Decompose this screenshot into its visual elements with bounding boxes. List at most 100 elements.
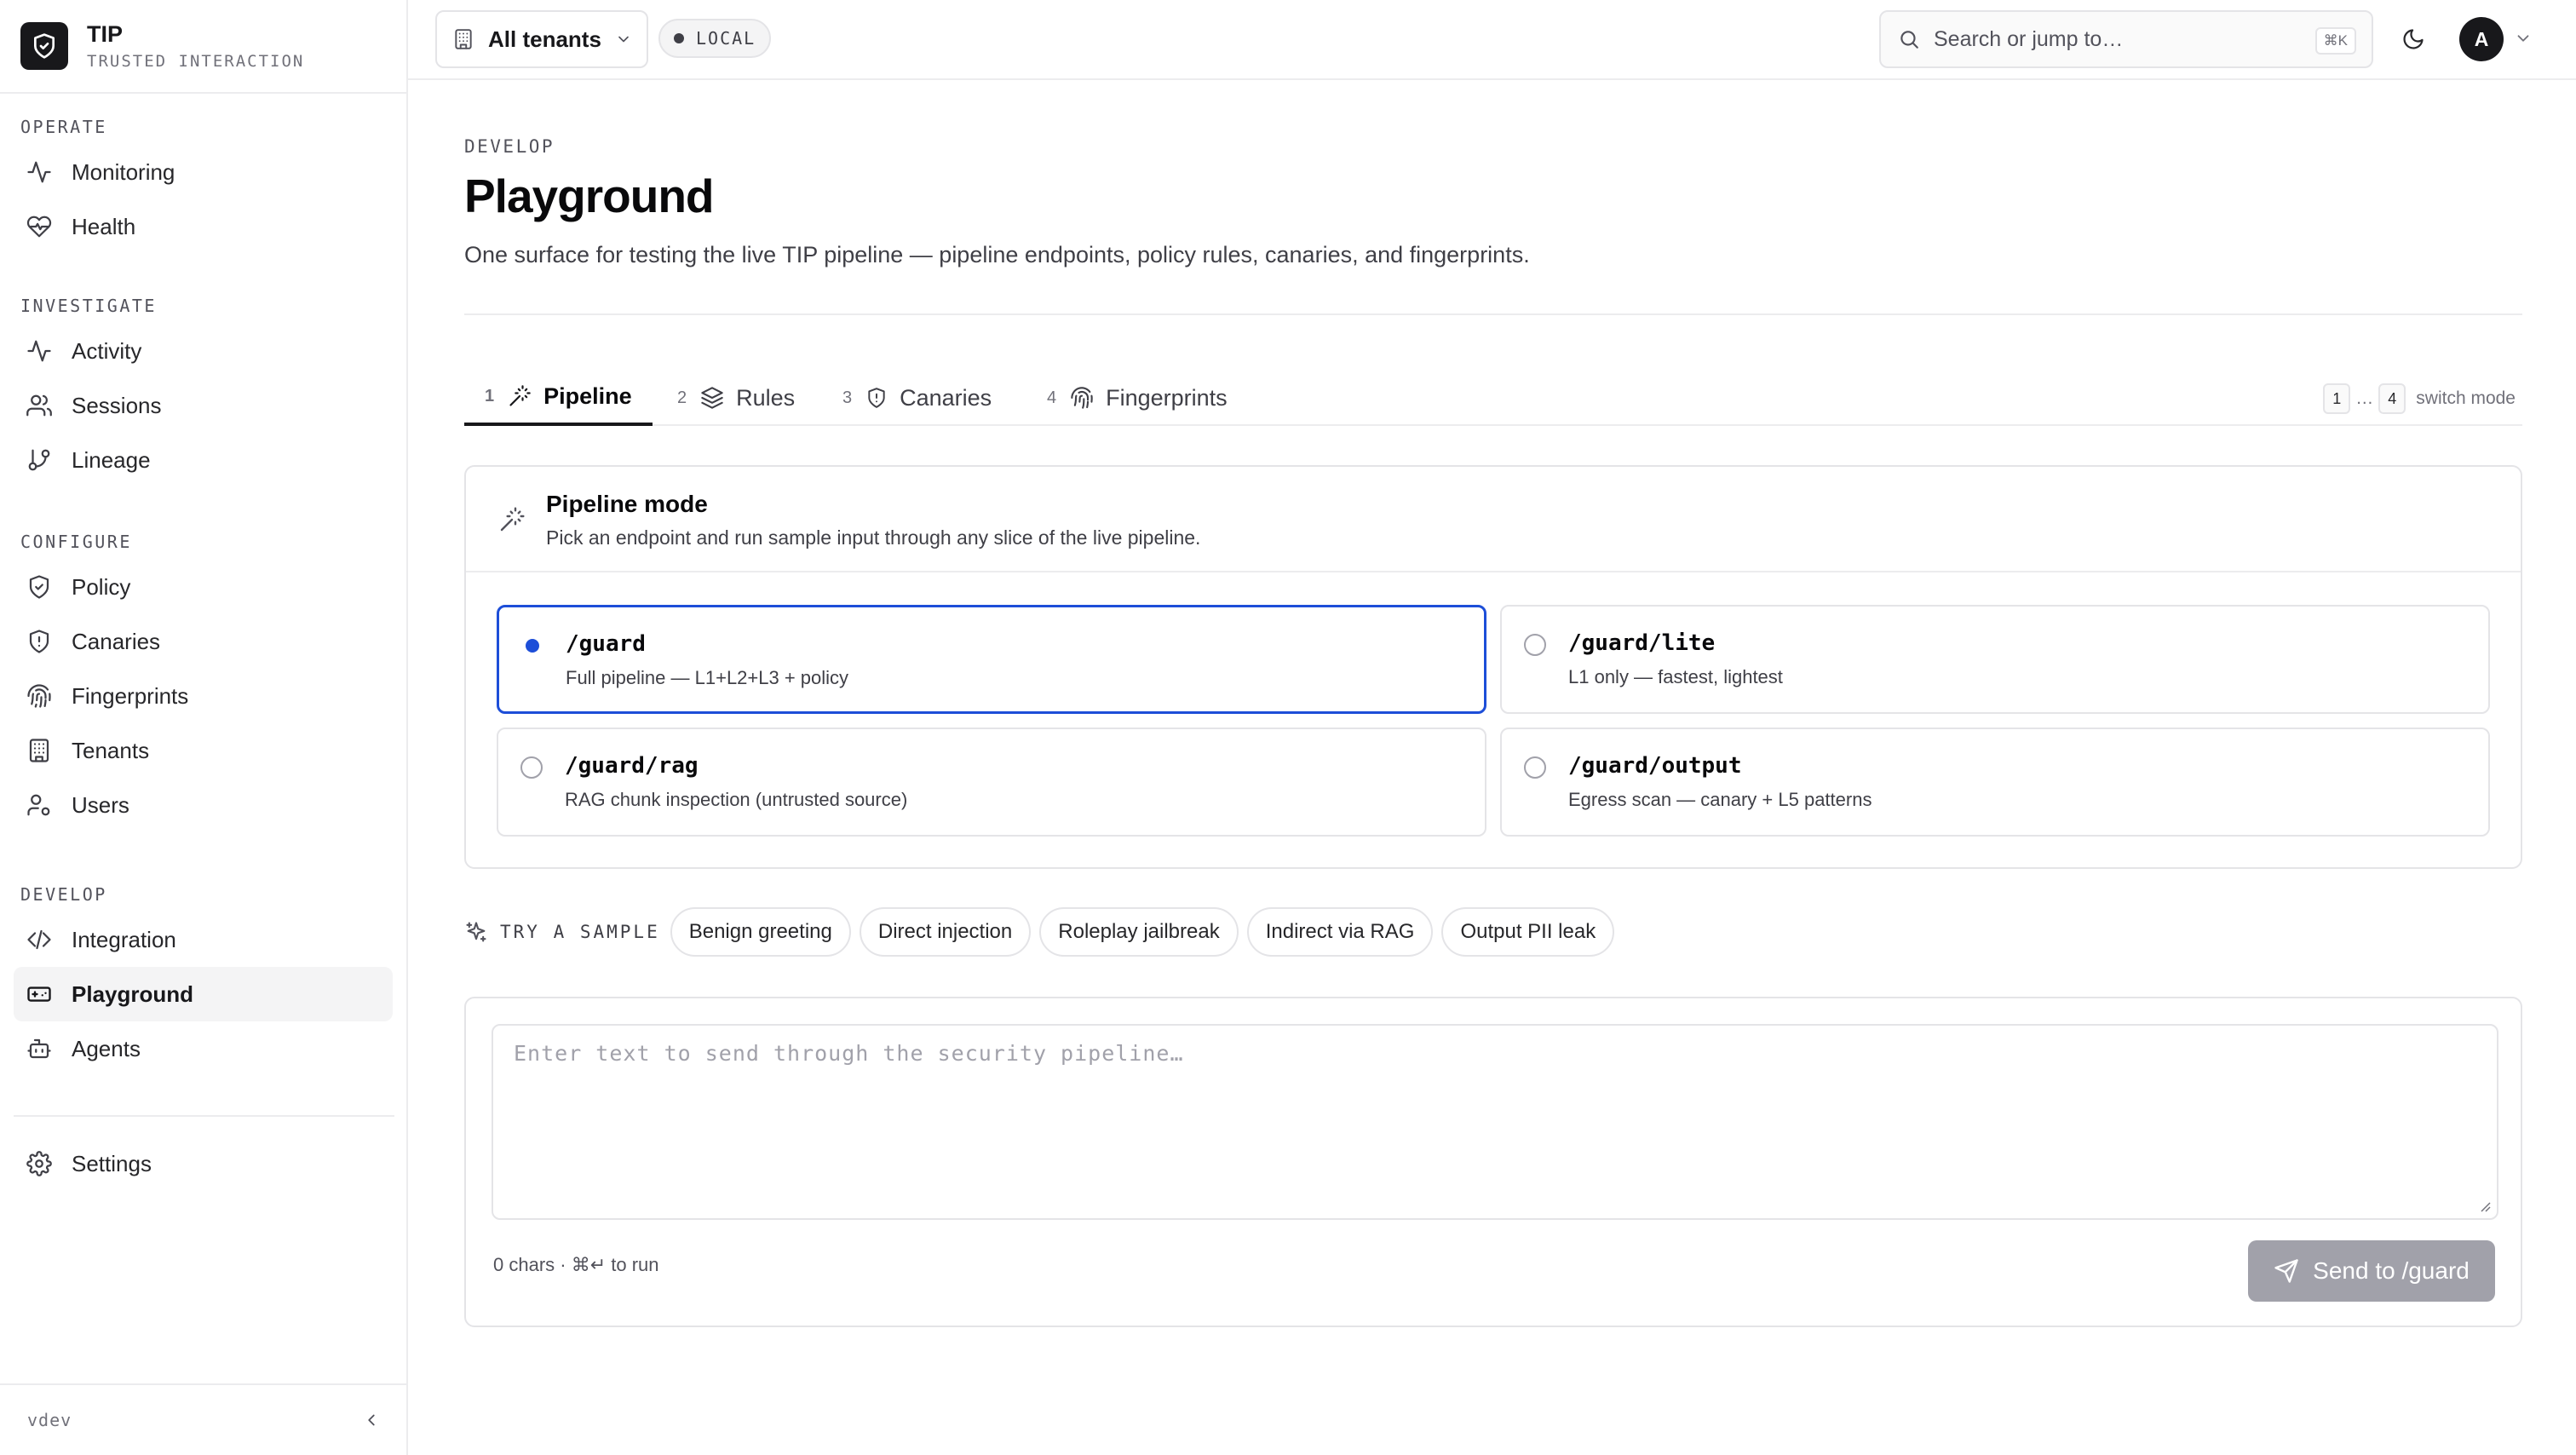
radio-button[interactable] <box>1524 634 1546 656</box>
wand-icon <box>500 507 525 532</box>
sidebar-item-playground[interactable]: Playground <box>14 967 393 1021</box>
sample-chip-output-pii-leak[interactable]: Output PII leak <box>1441 907 1615 957</box>
status-dot <box>674 33 684 43</box>
sidebar-item-label: Policy <box>72 573 131 600</box>
pipeline-input-textarea[interactable]: Enter text to send through the security … <box>492 1024 2498 1220</box>
sidebar-item-agents[interactable]: Agents <box>14 1021 393 1076</box>
tab-canaries[interactable]: 3 Canaries <box>822 370 1012 426</box>
resize-handle-icon[interactable] <box>2478 1199 2492 1213</box>
sidebar-item-label: Monitoring <box>72 158 175 185</box>
shield-check-icon <box>26 573 53 601</box>
sidebar-item-tenants[interactable]: Tenants <box>14 723 393 778</box>
divider <box>464 313 2522 315</box>
sample-chip-indirect-via-rag[interactable]: Indirect via RAG <box>1246 907 1434 957</box>
search-icon <box>1900 31 1918 49</box>
endpoint-description: L1 only — fastest, lightest <box>1568 666 1783 687</box>
switch-mode-text: switch mode <box>2416 388 2516 408</box>
sidebar-item-label: Playground <box>72 981 194 1007</box>
sidebar-item-label: Lineage <box>72 446 151 473</box>
sidebar-item-label: Users <box>72 791 129 818</box>
brand[interactable]: TIP TRUSTED INTERACTION <box>0 0 406 94</box>
tab-pipeline[interactable]: 1 Pipeline <box>464 370 653 426</box>
kbd-ellipsis: … <box>2355 388 2374 408</box>
theme-toggle-button[interactable] <box>2393 19 2434 60</box>
send-button-label: Send to /guard <box>2313 1257 2470 1284</box>
chevron-down-icon[interactable] <box>2514 29 2533 48</box>
sample-chip-benign-greeting[interactable]: Benign greeting <box>670 907 851 957</box>
collapse-sidebar-button[interactable] <box>362 1411 381 1429</box>
sidebar-item-activity[interactable]: Activity <box>14 324 393 378</box>
tab-number: 4 <box>1047 388 1057 407</box>
breadcrumb: DEVELOP <box>464 136 555 157</box>
shield-alert-icon <box>26 628 53 655</box>
tab-fingerprints[interactable]: 4 Fingerprints <box>1026 370 1248 426</box>
tab-rules[interactable]: 2 Rules <box>657 370 815 426</box>
input-card: Enter text to send through the security … <box>464 997 2522 1327</box>
sidebar-item-label: Sessions <box>72 392 162 418</box>
kbd-first: 1 <box>2323 383 2351 414</box>
sidebar-item-lineage[interactable]: Lineage <box>14 433 393 487</box>
gear-icon <box>26 1150 53 1177</box>
sidebar-item-policy[interactable]: Policy <box>14 560 393 614</box>
radio-button[interactable] <box>1524 756 1546 779</box>
section-label-operate: OPERATE <box>20 117 107 137</box>
building-icon <box>26 737 53 764</box>
activity-icon <box>26 337 53 365</box>
brand-tagline: TRUSTED INTERACTION <box>87 52 305 71</box>
version-label: vdev <box>27 1410 72 1430</box>
avatar[interactable]: A <box>2459 17 2504 61</box>
sample-chip-roleplay-jailbreak[interactable]: Roleplay jailbreak <box>1039 907 1239 957</box>
pipeline-mode-header: Pipeline mode Pick an endpoint and run s… <box>466 467 2521 572</box>
sidebar-item-label: Health <box>72 213 136 239</box>
users-icon <box>26 392 53 419</box>
radio-button[interactable] <box>521 635 543 657</box>
send-button[interactable]: Send to /guard <box>2248 1240 2495 1302</box>
endpoint-option-guard-lite[interactable]: /guard/lite L1 only — fastest, lightest <box>1500 605 2490 714</box>
section-label-investigate: INVESTIGATE <box>20 296 157 316</box>
sidebar-item-label: Settings <box>72 1150 152 1176</box>
section-label-configure: CONFIGURE <box>20 532 132 552</box>
textarea-placeholder: Enter text to send through the security … <box>514 1041 1184 1066</box>
user-cog-icon <box>26 791 53 819</box>
samples-label: TRY A SAMPLE <box>500 922 660 942</box>
sidebar-item-label: Agents <box>72 1035 141 1061</box>
sidebar-divider <box>14 1115 394 1117</box>
search-placeholder: Search or jump to… <box>1934 26 2124 51</box>
activity-icon <box>26 158 53 186</box>
tenant-label: All tenants <box>488 26 601 52</box>
tenant-selector[interactable]: All tenants <box>435 10 648 68</box>
switch-mode-hint: 1 … 4 switch mode <box>2323 383 2516 414</box>
chevron-down-icon <box>618 36 629 43</box>
sidebar-item-settings[interactable]: Settings <box>14 1136 393 1191</box>
sidebar-item-integration[interactable]: Integration <box>14 912 393 967</box>
endpoint-path: /guard/output <box>1568 753 1742 779</box>
sidebar-item-canaries[interactable]: Canaries <box>14 614 393 669</box>
sidebar-item-fingerprints[interactable]: Fingerprints <box>14 669 393 723</box>
sidebar-footer: vdev <box>0 1383 406 1455</box>
sidebar-item-monitoring[interactable]: Monitoring <box>14 145 393 199</box>
pipeline-mode-subtitle: Pick an endpoint and run sample input th… <box>546 526 1201 549</box>
tab-number: 2 <box>677 388 687 407</box>
search-input[interactable]: Search or jump to… ⌘K <box>1879 10 2373 68</box>
endpoint-option-guard-rag[interactable]: /guard/rag RAG chunk inspection (untrust… <box>497 728 1486 837</box>
endpoint-path: /guard/rag <box>565 753 699 779</box>
moon-icon <box>2403 29 2424 49</box>
tab-label: Pipeline <box>543 382 632 409</box>
endpoint-option-guard-output[interactable]: /guard/output Egress scan — canary + L5 … <box>1500 728 2490 837</box>
tab-label: Canaries <box>900 384 992 411</box>
chevron-left-icon <box>368 1414 375 1426</box>
sidebar-item-sessions[interactable]: Sessions <box>14 378 393 433</box>
shield-alert-icon <box>868 388 885 408</box>
sidebar-item-users[interactable]: Users <box>14 778 393 832</box>
sidebar-item-health[interactable]: Health <box>14 199 393 254</box>
pipeline-mode-title: Pipeline mode <box>546 491 708 517</box>
endpoint-description: Full pipeline — L1+L2+L3 + policy <box>566 667 849 688</box>
kbd-last: 4 <box>2378 383 2406 414</box>
endpoint-option-guard[interactable]: /guard Full pipeline — L1+L2+L3 + policy <box>497 605 1486 714</box>
fingerprint-icon <box>1071 387 1093 409</box>
tab-label: Rules <box>736 384 796 411</box>
sample-chip-direct-injection[interactable]: Direct injection <box>859 907 1032 957</box>
tab-label: Fingerprints <box>1106 384 1228 411</box>
radio-button[interactable] <box>520 756 543 779</box>
building-icon <box>455 29 472 49</box>
